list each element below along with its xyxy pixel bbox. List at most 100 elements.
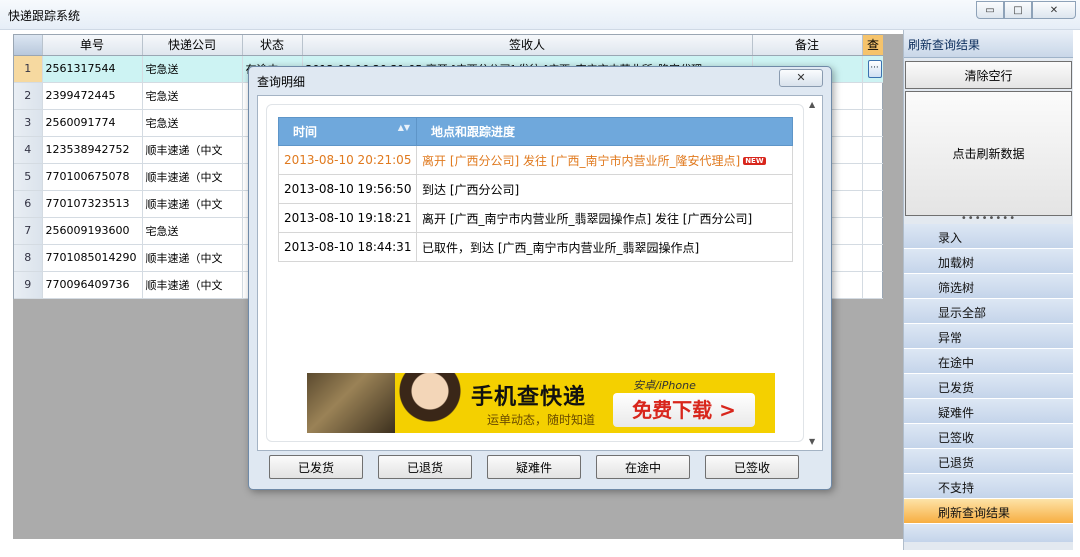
courier-company[interactable]: 宅急送 xyxy=(142,109,243,137)
nav-item-in-transit[interactable]: 在途中 xyxy=(904,349,1073,374)
row-number: 2 xyxy=(14,82,43,110)
nav-item-signed[interactable]: 已签收 xyxy=(904,424,1073,449)
maximize-button[interactable]: □ xyxy=(1004,1,1032,19)
nav-item-problem[interactable]: 疑难件 xyxy=(904,399,1073,424)
tracking-time: 2013-08-10 19:56:50 xyxy=(278,174,417,204)
banner-subtitle: 运单动态，随时知道 xyxy=(487,413,596,427)
courier-company[interactable]: 顺丰速递（中文 xyxy=(142,271,243,299)
free-download-button[interactable]: 免费下载 > xyxy=(613,393,755,427)
grid-corner[interactable] xyxy=(14,35,43,56)
nav-item-refresh-results[interactable]: 刷新查询结果 xyxy=(904,499,1073,524)
window-title: 快递跟踪系统 xyxy=(8,9,81,23)
tracking-progress: 离开 [广西分公司] 发往 [广西_南宁市内营业所_隆安代理点] NEW xyxy=(416,145,793,175)
dialog-close-button[interactable]: ✕ xyxy=(779,69,823,87)
query-cell[interactable] xyxy=(862,136,885,164)
nav-item-input[interactable]: 录入 xyxy=(904,224,1073,249)
tracking-row: 2013-08-10 19:56:50 到达 [广西分公司] xyxy=(278,174,793,204)
nav-item-filter-tree[interactable]: 筛选树 xyxy=(904,274,1073,299)
query-cell[interactable] xyxy=(862,244,885,272)
problem-button[interactable]: 疑难件 xyxy=(487,455,581,479)
tracking-number[interactable]: 256009193600 xyxy=(42,217,143,245)
tracking-time: 2013-08-10 20:21:05 xyxy=(278,145,417,175)
tracking-number[interactable]: 2399472445 xyxy=(42,82,143,110)
query-cell[interactable] xyxy=(862,271,885,299)
scroll-up-icon[interactable]: ▲ xyxy=(809,100,815,109)
query-cell: ··· xyxy=(862,55,885,83)
tracking-number[interactable]: 7701085014290 xyxy=(42,244,143,272)
window-titlebar: 快递跟踪系统 ▭ □ ✕ xyxy=(0,0,1080,30)
close-icon: ✕ xyxy=(1049,4,1059,16)
right-panel: 刷新查询结果 清除空行 点击刷新数据 •••••••• 录入 加载树 筛选树 显… xyxy=(903,30,1073,550)
tracking-detail-table: 时间 ▲▼ 地点和跟踪进度 2013-08-10 20:21:05 离开 [广西分… xyxy=(278,117,793,262)
col-header-query[interactable]: 查 xyxy=(862,35,885,56)
col-header-company[interactable]: 快递公司 xyxy=(142,35,243,56)
query-cell[interactable] xyxy=(862,190,885,218)
panel-footer xyxy=(904,524,1073,542)
courier-company[interactable]: 顺丰速递（中文 xyxy=(142,136,243,164)
courier-company[interactable]: 顺丰速递（中文 xyxy=(142,163,243,191)
tracking-number[interactable]: 770100675078 xyxy=(42,163,143,191)
query-more-button[interactable]: ··· xyxy=(867,59,882,78)
nav-item-abnormal[interactable]: 异常 xyxy=(904,324,1073,349)
maximize-icon: □ xyxy=(1013,4,1023,16)
query-cell[interactable] xyxy=(862,109,885,137)
row-number: 1 xyxy=(14,55,43,83)
tracking-number[interactable]: 2561317544 xyxy=(42,55,143,83)
sort-icon[interactable]: ▲▼ xyxy=(398,123,410,133)
query-cell[interactable] xyxy=(862,82,885,110)
courier-company[interactable]: 宅急送 xyxy=(142,82,243,110)
minimize-button[interactable]: ▭ xyxy=(976,1,1004,19)
tracking-row: 2013-08-10 19:18:21 离开 [广西_南宁市内营业所_翡翠园操作… xyxy=(278,203,793,233)
col-header-number[interactable]: 单号 xyxy=(42,35,143,56)
tracking-desc: 已取件，到达 [广西_南宁市内营业所_翡翠园操作点] xyxy=(416,232,793,262)
tracking-desc: 离开 [广西_南宁市内营业所_翡翠园操作点] 发往 [广西分公司] xyxy=(416,203,793,233)
col-header-status[interactable]: 状态 xyxy=(242,35,303,56)
tracking-time: 2013-08-10 18:44:31 xyxy=(278,232,417,262)
col-header-place: 地点和跟踪进度 xyxy=(416,117,793,146)
query-cell[interactable] xyxy=(862,217,885,245)
nav-item-returned[interactable]: 已退货 xyxy=(904,449,1073,474)
signed-button[interactable]: 已签收 xyxy=(705,455,799,479)
refresh-data-button[interactable]: 点击刷新数据 xyxy=(905,91,1072,216)
clear-empty-rows-button[interactable]: 清除空行 xyxy=(905,61,1072,89)
query-cell[interactable] xyxy=(862,163,885,191)
tracking-number[interactable]: 123538942752 xyxy=(42,136,143,164)
courier-company[interactable]: 宅急送 xyxy=(142,217,243,245)
nav-item-shipped[interactable]: 已发货 xyxy=(904,374,1073,399)
row-number: 9 xyxy=(14,271,43,299)
dialog-content: 时间 ▲▼ 地点和跟踪进度 2013-08-10 20:21:05 离开 [广西分… xyxy=(257,95,823,451)
col-header-signer[interactable]: 签收人 xyxy=(302,35,753,56)
scroll-down-icon[interactable]: ▼ xyxy=(809,437,815,446)
dialog-scrollbar[interactable]: ▲ ▼ xyxy=(805,96,822,450)
query-detail-dialog: 查询明细 ✕ 时间 ▲▼ 地点和跟踪进度 2013-08-10 20:21:05 … xyxy=(248,66,832,490)
shipped-button[interactable]: 已发货 xyxy=(269,455,363,479)
col-header-remark[interactable]: 备注 xyxy=(752,35,863,56)
tracking-number[interactable]: 770096409736 xyxy=(42,271,143,299)
row-number: 4 xyxy=(14,136,43,164)
app-download-banner[interactable]: 手机查快递 运单动态，随时知道 安卓/iPhone 免费下载 > xyxy=(307,373,775,433)
tracking-number[interactable]: 2560091774 xyxy=(42,109,143,137)
splitter-grip[interactable]: •••••••• xyxy=(904,214,1073,224)
minimize-icon: ▭ xyxy=(985,4,995,16)
col-time-label: 时间 xyxy=(293,125,318,139)
nav-item-unsupported[interactable]: 不支持 xyxy=(904,474,1073,499)
dialog-button-bar: 已发货 已退货 疑难件 在途中 已签收 xyxy=(269,455,814,479)
grid-empty-area xyxy=(883,34,903,299)
close-button[interactable]: ✕ xyxy=(1032,1,1076,19)
tracking-desc: 离开 [广西分公司] 发往 [广西_南宁市内营业所_隆安代理点] xyxy=(422,153,741,168)
courier-company[interactable]: 顺丰速递（中文 xyxy=(142,190,243,218)
new-badge: NEW xyxy=(743,157,766,165)
person-image xyxy=(395,373,465,433)
tracking-number[interactable]: 770107323513 xyxy=(42,190,143,218)
courier-company[interactable]: 宅急送 xyxy=(142,55,243,83)
row-number: 6 xyxy=(14,190,43,218)
returned-button[interactable]: 已退货 xyxy=(378,455,472,479)
phone-image xyxy=(307,373,397,433)
in-transit-button[interactable]: 在途中 xyxy=(596,455,690,479)
nav-item-show-all[interactable]: 显示全部 xyxy=(904,299,1073,324)
col-header-time[interactable]: 时间 ▲▼ xyxy=(278,117,417,146)
tracking-time: 2013-08-10 19:18:21 xyxy=(278,203,417,233)
row-number: 5 xyxy=(14,163,43,191)
nav-item-load-tree[interactable]: 加载树 xyxy=(904,249,1073,274)
courier-company[interactable]: 顺丰速递（中文 xyxy=(142,244,243,272)
